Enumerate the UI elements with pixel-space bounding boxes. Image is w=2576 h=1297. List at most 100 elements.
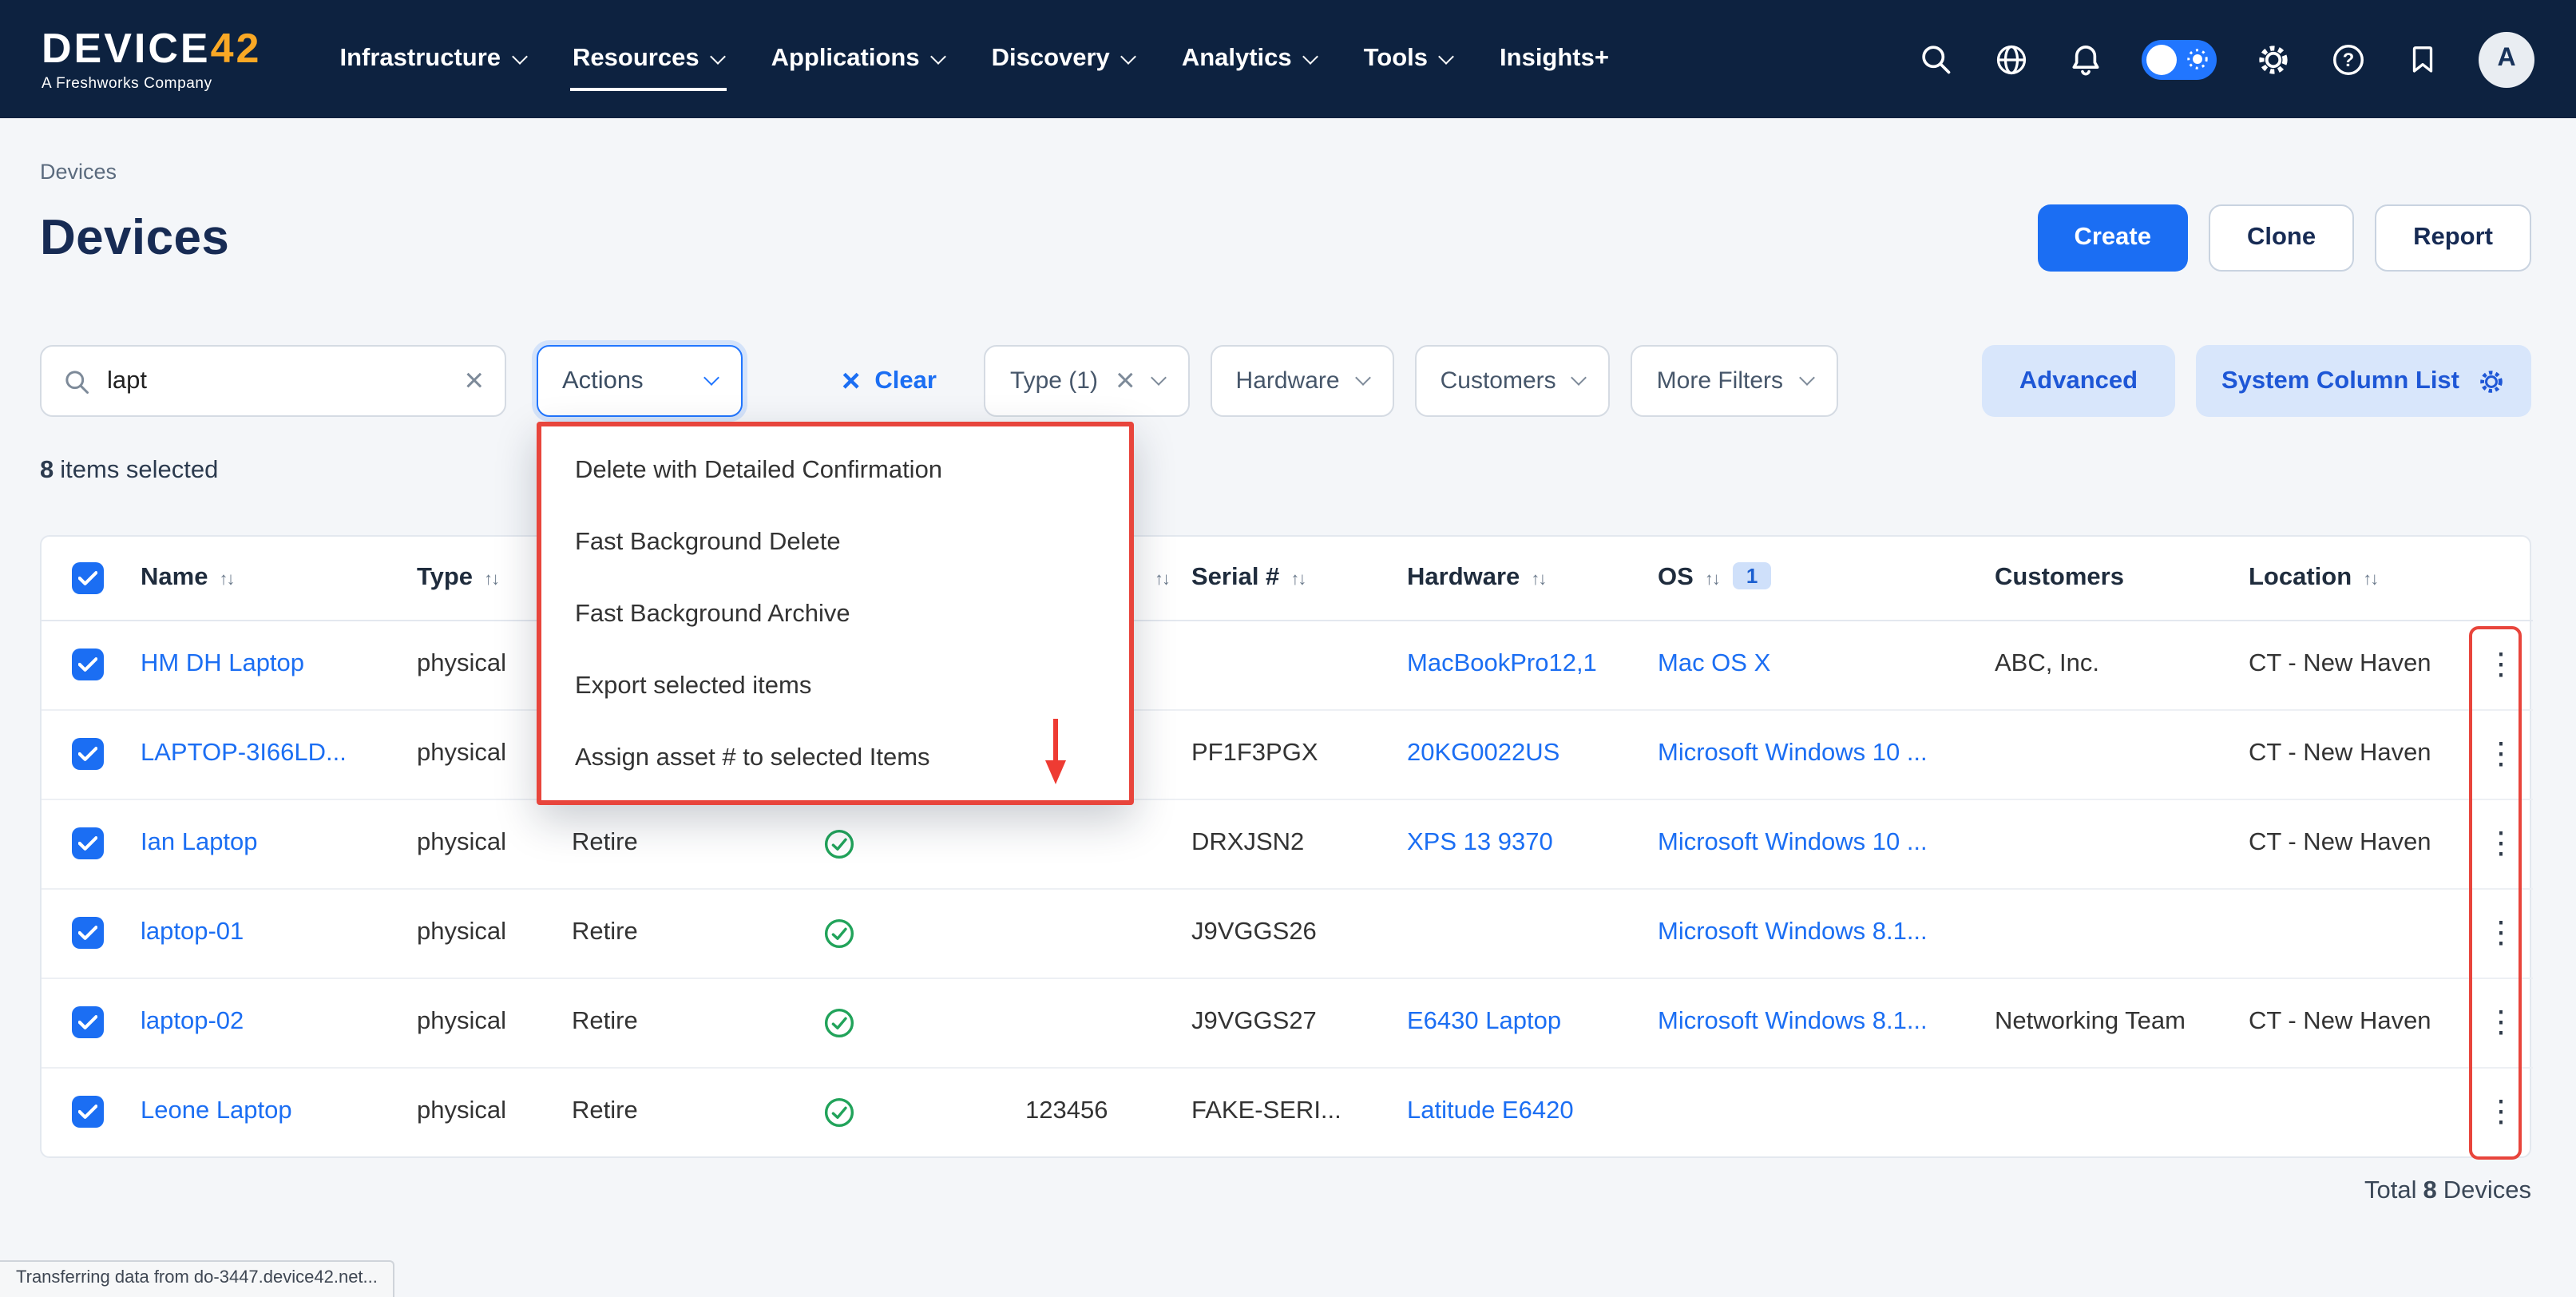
theme-toggle[interactable]: [2142, 39, 2217, 79]
os-cell: Microsoft Windows 10 ...: [1658, 709, 1995, 799]
clear-filters-link[interactable]: × Clear: [842, 365, 937, 397]
device-name-link[interactable]: Leone Laptop: [141, 1098, 292, 1125]
device-name-link[interactable]: laptop-01: [141, 918, 244, 946]
advanced-button[interactable]: Advanced: [1982, 345, 2175, 417]
os-link[interactable]: Microsoft Windows 8.1...: [1658, 918, 1928, 946]
nav-item-applications[interactable]: Applications: [771, 0, 944, 118]
sort-icon[interactable]: ↑↓: [1705, 571, 1719, 590]
serial-number-cell: [1191, 620, 1407, 709]
actions-menu-item-export-selected-items[interactable]: Export selected items: [541, 650, 1129, 722]
in-service-check-icon: [824, 918, 854, 948]
nav-item-tools[interactable]: Tools: [1364, 0, 1452, 118]
type-cell: physical: [417, 978, 572, 1067]
search-input[interactable]: [107, 367, 448, 395]
clone-button[interactable]: Clone: [2209, 204, 2354, 272]
row-actions-kebab[interactable]: ⋮: [2473, 646, 2529, 683]
hardware-link[interactable]: Latitude E6420: [1407, 1098, 1574, 1125]
serial-number: J9VGGS27: [1191, 1008, 1317, 1035]
filter-dropdown-more-filters[interactable]: More Filters: [1631, 345, 1837, 417]
globe-icon[interactable]: [1991, 40, 2030, 78]
device-name-link[interactable]: HM DH Laptop: [141, 650, 304, 677]
name-cell: laptop-01: [141, 888, 417, 978]
column-header-hardware[interactable]: Hardware↑↓: [1407, 537, 1658, 620]
create-button[interactable]: Create: [2037, 204, 2188, 272]
gear-icon[interactable]: [2253, 40, 2292, 78]
filter-dropdown-type-1[interactable]: Type (1)×: [985, 345, 1190, 417]
os-link[interactable]: Mac OS X: [1658, 650, 1770, 677]
device-name-link[interactable]: LAPTOP-3I66LD...: [141, 740, 347, 767]
serial-number-cell: FAKE-SERI...: [1191, 1067, 1407, 1156]
os-link[interactable]: Microsoft Windows 10 ...: [1658, 740, 1928, 767]
user-avatar[interactable]: A: [2479, 31, 2534, 87]
column-label: Type: [417, 564, 473, 591]
device42-logo[interactable]: DEVICE42 A Freshworks Company: [42, 26, 261, 92]
device-name-link[interactable]: laptop-02: [141, 1008, 244, 1035]
row-checkbox[interactable]: [72, 648, 104, 680]
customers-cell: [1995, 709, 2249, 799]
location-cell: [2249, 888, 2469, 978]
sort-icon[interactable]: ↑↓: [1290, 570, 1305, 589]
nav-item-resources[interactable]: Resources: [573, 0, 723, 118]
row-checkbox[interactable]: [72, 738, 104, 770]
device-name-link[interactable]: Ian Laptop: [141, 829, 258, 856]
bell-icon[interactable]: [2067, 40, 2105, 78]
device-type: physical: [417, 1008, 506, 1035]
actions-menu-item-delete-with-detailed-confirmation[interactable]: Delete with Detailed Confirmation: [541, 434, 1129, 506]
nav-item-analytics[interactable]: Analytics: [1182, 0, 1316, 118]
sort-icon[interactable]: ↑↓: [484, 570, 498, 589]
row-actions-kebab[interactable]: ⋮: [2473, 1004, 2529, 1041]
row-actions-header-cell: [2469, 537, 2533, 620]
row-checkbox[interactable]: [72, 1006, 104, 1038]
clear-search-icon[interactable]: ×: [464, 364, 484, 398]
row-actions-cell: ⋮: [2469, 1067, 2533, 1156]
actions-menu-item-fast-background-archive[interactable]: Fast Background Archive: [541, 578, 1129, 650]
search-box[interactable]: ×: [40, 345, 506, 417]
filter-dropdown-hardware[interactable]: Hardware: [1211, 345, 1394, 417]
row-checkbox[interactable]: [72, 917, 104, 949]
system-column-list-label: System Column List: [2221, 367, 2459, 395]
sort-icon[interactable]: ↑↓: [1531, 570, 1545, 589]
os-link[interactable]: Microsoft Windows 10 ...: [1658, 829, 1928, 856]
column-header-location[interactable]: Location↑↓: [2249, 537, 2469, 620]
sort-icon[interactable]: ↑↓: [1155, 570, 1169, 589]
column-header-name[interactable]: Name↑↓: [141, 537, 417, 620]
actions-menu-item-fast-background-delete[interactable]: Fast Background Delete: [541, 506, 1129, 578]
filter-dropdown-customers[interactable]: Customers: [1415, 345, 1611, 417]
sort-icon[interactable]: ↑↓: [2363, 570, 2377, 589]
nav-item-insights[interactable]: Insights+: [1500, 0, 1609, 118]
help-icon[interactable]: ?: [2328, 40, 2367, 78]
breadcrumb[interactable]: Devices: [40, 118, 117, 184]
row-actions-kebab[interactable]: ⋮: [2473, 736, 2529, 772]
select-all-checkbox[interactable]: [72, 562, 104, 594]
column-label: Serial #: [1191, 564, 1279, 591]
hardware-link[interactable]: MacBookPro12,1: [1407, 650, 1597, 677]
column-header-serial[interactable]: Serial # ↑↓: [1191, 537, 1407, 620]
location-cell: [2249, 1067, 2469, 1156]
bookmark-icon[interactable]: [2404, 40, 2442, 78]
row-actions-cell: ⋮: [2469, 620, 2533, 709]
row-actions-cell: ⋮: [2469, 799, 2533, 888]
nav-item-infrastructure[interactable]: Infrastructure: [339, 0, 525, 118]
row-actions-kebab[interactable]: ⋮: [2473, 825, 2529, 862]
device-type: physical: [417, 740, 506, 767]
nav-item-discovery[interactable]: Discovery: [992, 0, 1134, 118]
serial-number: FAKE-SERI...: [1191, 1098, 1342, 1125]
os-link[interactable]: Microsoft Windows 8.1...: [1658, 1008, 1928, 1035]
search-icon[interactable]: [1916, 40, 1955, 78]
hardware-link[interactable]: E6430 Laptop: [1407, 1008, 1561, 1035]
page-title: Devices: [40, 209, 229, 267]
actions-dropdown-button[interactable]: Actions: [537, 345, 743, 417]
row-checkbox[interactable]: [72, 1097, 104, 1128]
sort-icon[interactable]: ↑↓: [219, 570, 233, 589]
clear-filter-icon[interactable]: ×: [1116, 364, 1135, 398]
row-actions-kebab[interactable]: ⋮: [2473, 914, 2529, 951]
hardware-link[interactable]: XPS 13 9370: [1407, 829, 1553, 856]
row-actions-kebab[interactable]: ⋮: [2473, 1094, 2529, 1131]
row-checkbox[interactable]: [72, 827, 104, 859]
column-header-os[interactable]: OS↑↓1: [1658, 537, 1995, 620]
system-column-list-button[interactable]: System Column List: [2196, 345, 2531, 417]
report-button[interactable]: Report: [2375, 204, 2531, 272]
actions-menu-item-assign-asset-to-selected-items[interactable]: Assign asset # to selected Items: [541, 722, 1129, 794]
hardware-link[interactable]: 20KG0022US: [1407, 740, 1559, 767]
total-devices-line: Total 8 Devices: [40, 1177, 2531, 1206]
